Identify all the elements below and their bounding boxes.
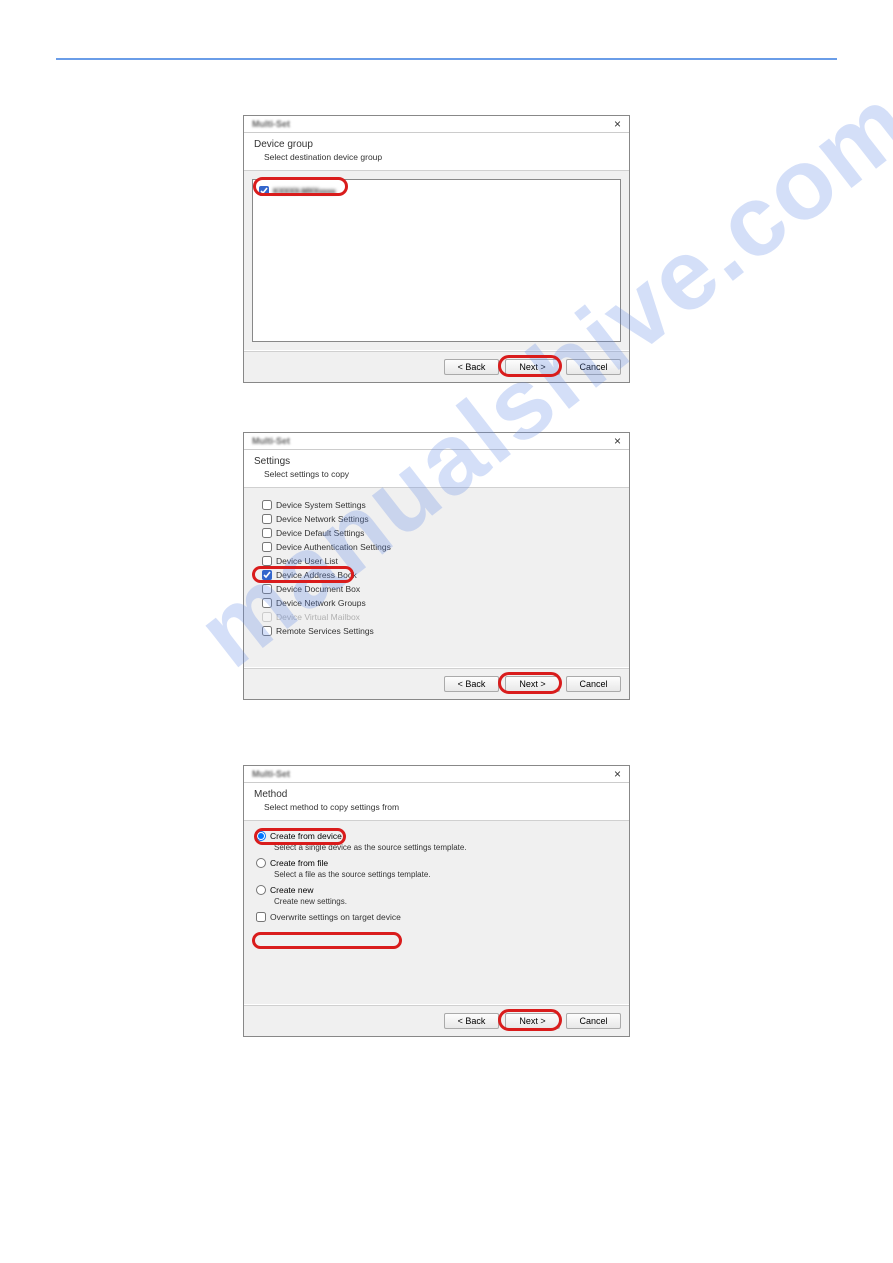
label-docbox: Device Document Box bbox=[276, 584, 360, 594]
radio-create-new[interactable]: Create new bbox=[256, 885, 617, 895]
radio-label-new: Create new bbox=[270, 885, 313, 895]
device-group-item[interactable]: KXXXX-MXXxxxx bbox=[259, 186, 614, 196]
window-title: Multi-Set bbox=[252, 769, 290, 779]
label-overwrite: Overwrite settings on target device bbox=[270, 912, 401, 922]
setting-userlist[interactable]: Device User List bbox=[260, 556, 613, 566]
setting-netgroups[interactable]: Device Network Groups bbox=[260, 598, 613, 608]
cancel-button[interactable]: Cancel bbox=[566, 676, 621, 692]
dialog-body: Device System Settings Device Network Se… bbox=[244, 487, 629, 667]
radio-input-device[interactable] bbox=[256, 831, 266, 841]
cancel-button[interactable]: Cancel bbox=[566, 359, 621, 375]
radio-label-device: Create from device bbox=[270, 831, 342, 841]
title-bar[interactable]: Multi-Set × bbox=[244, 116, 629, 133]
close-icon[interactable]: × bbox=[610, 435, 625, 447]
highlight-overwrite bbox=[252, 932, 402, 949]
checkbox-auth[interactable] bbox=[262, 542, 272, 552]
header-title: Device group bbox=[254, 139, 619, 150]
radio-sub-new: Create new settings. bbox=[256, 897, 617, 906]
overwrite-row[interactable]: Overwrite settings on target device bbox=[256, 912, 617, 922]
device-group-list[interactable]: KXXXX-MXXxxxx bbox=[252, 179, 621, 342]
radio-create-from-device[interactable]: Create from device bbox=[256, 831, 617, 841]
setting-system[interactable]: Device System Settings bbox=[260, 500, 613, 510]
header-title: Settings bbox=[254, 456, 619, 467]
label-vmailbox: Device Virtual Mailbox bbox=[276, 612, 360, 622]
label-default: Device Default Settings bbox=[276, 528, 364, 538]
settings-list: Device System Settings Device Network Se… bbox=[252, 496, 621, 644]
dialog-footer: < Back Next > Cancel bbox=[244, 351, 629, 382]
setting-network[interactable]: Device Network Settings bbox=[260, 514, 613, 524]
back-button[interactable]: < Back bbox=[444, 676, 499, 692]
setting-remote[interactable]: Remote Services Settings bbox=[260, 626, 613, 636]
next-button[interactable]: Next > bbox=[505, 1013, 560, 1029]
checkbox-userlist[interactable] bbox=[262, 556, 272, 566]
header-subtitle: Select method to copy settings from bbox=[254, 802, 619, 812]
label-netgroups: Device Network Groups bbox=[276, 598, 366, 608]
dialog-method: Multi-Set × Method Select method to copy… bbox=[243, 765, 630, 1037]
device-group-label: KXXXX-MXXxxxx bbox=[273, 186, 335, 196]
radio-create-from-file[interactable]: Create from file bbox=[256, 858, 617, 868]
radio-sub-file: Select a file as the source settings tem… bbox=[256, 870, 617, 879]
dialog-device-group: Multi-Set × Device group Select destinat… bbox=[243, 115, 630, 383]
radio-input-file[interactable] bbox=[256, 858, 266, 868]
window-title: Multi-Set bbox=[252, 119, 290, 129]
device-group-checkbox[interactable] bbox=[259, 186, 269, 196]
checkbox-docbox[interactable] bbox=[262, 584, 272, 594]
dialog-header: Device group Select destination device g… bbox=[244, 133, 629, 170]
title-bar[interactable]: Multi-Set × bbox=[244, 433, 629, 450]
checkbox-overwrite[interactable] bbox=[256, 912, 266, 922]
checkbox-network[interactable] bbox=[262, 514, 272, 524]
dialog-footer: < Back Next > Cancel bbox=[244, 668, 629, 699]
next-button[interactable]: Next > bbox=[505, 359, 560, 375]
back-button[interactable]: < Back bbox=[444, 1013, 499, 1029]
dialog-header: Settings Select settings to copy bbox=[244, 450, 629, 487]
setting-docbox[interactable]: Device Document Box bbox=[260, 584, 613, 594]
window-title: Multi-Set bbox=[252, 436, 290, 446]
back-button[interactable]: < Back bbox=[444, 359, 499, 375]
label-network: Device Network Settings bbox=[276, 514, 369, 524]
dialog-settings: Multi-Set × Settings Select settings to … bbox=[243, 432, 630, 700]
checkbox-address-book[interactable] bbox=[262, 570, 272, 580]
radio-input-new[interactable] bbox=[256, 885, 266, 895]
checkbox-netgroups[interactable] bbox=[262, 598, 272, 608]
dialog-header: Method Select method to copy settings fr… bbox=[244, 783, 629, 820]
next-button[interactable]: Next > bbox=[505, 676, 560, 692]
close-icon[interactable]: × bbox=[610, 768, 625, 780]
label-userlist: Device User List bbox=[276, 556, 338, 566]
setting-address-book[interactable]: Device Address Book bbox=[260, 570, 613, 580]
header-title: Method bbox=[254, 789, 619, 800]
dialog-body: KXXXX-MXXxxxx bbox=[244, 170, 629, 350]
title-bar[interactable]: Multi-Set × bbox=[244, 766, 629, 783]
label-auth: Device Authentication Settings bbox=[276, 542, 391, 552]
top-ruler bbox=[56, 58, 837, 60]
checkbox-vmailbox bbox=[262, 612, 272, 622]
setting-virtual-mailbox: Device Virtual Mailbox bbox=[260, 612, 613, 622]
label-remote: Remote Services Settings bbox=[276, 626, 374, 636]
radio-sub-device: Select a single device as the source set… bbox=[256, 843, 617, 852]
header-subtitle: Select destination device group bbox=[254, 152, 619, 162]
cancel-button[interactable]: Cancel bbox=[566, 1013, 621, 1029]
dialog-footer: < Back Next > Cancel bbox=[244, 1005, 629, 1036]
radio-label-file: Create from file bbox=[270, 858, 328, 868]
header-subtitle: Select settings to copy bbox=[254, 469, 619, 479]
checkbox-default[interactable] bbox=[262, 528, 272, 538]
label-address-book: Device Address Book bbox=[276, 570, 357, 580]
setting-default[interactable]: Device Default Settings bbox=[260, 528, 613, 538]
checkbox-system[interactable] bbox=[262, 500, 272, 510]
setting-auth[interactable]: Device Authentication Settings bbox=[260, 542, 613, 552]
close-icon[interactable]: × bbox=[610, 118, 625, 130]
dialog-body: Create from device Select a single devic… bbox=[244, 820, 629, 1004]
checkbox-remote[interactable] bbox=[262, 626, 272, 636]
label-system: Device System Settings bbox=[276, 500, 366, 510]
